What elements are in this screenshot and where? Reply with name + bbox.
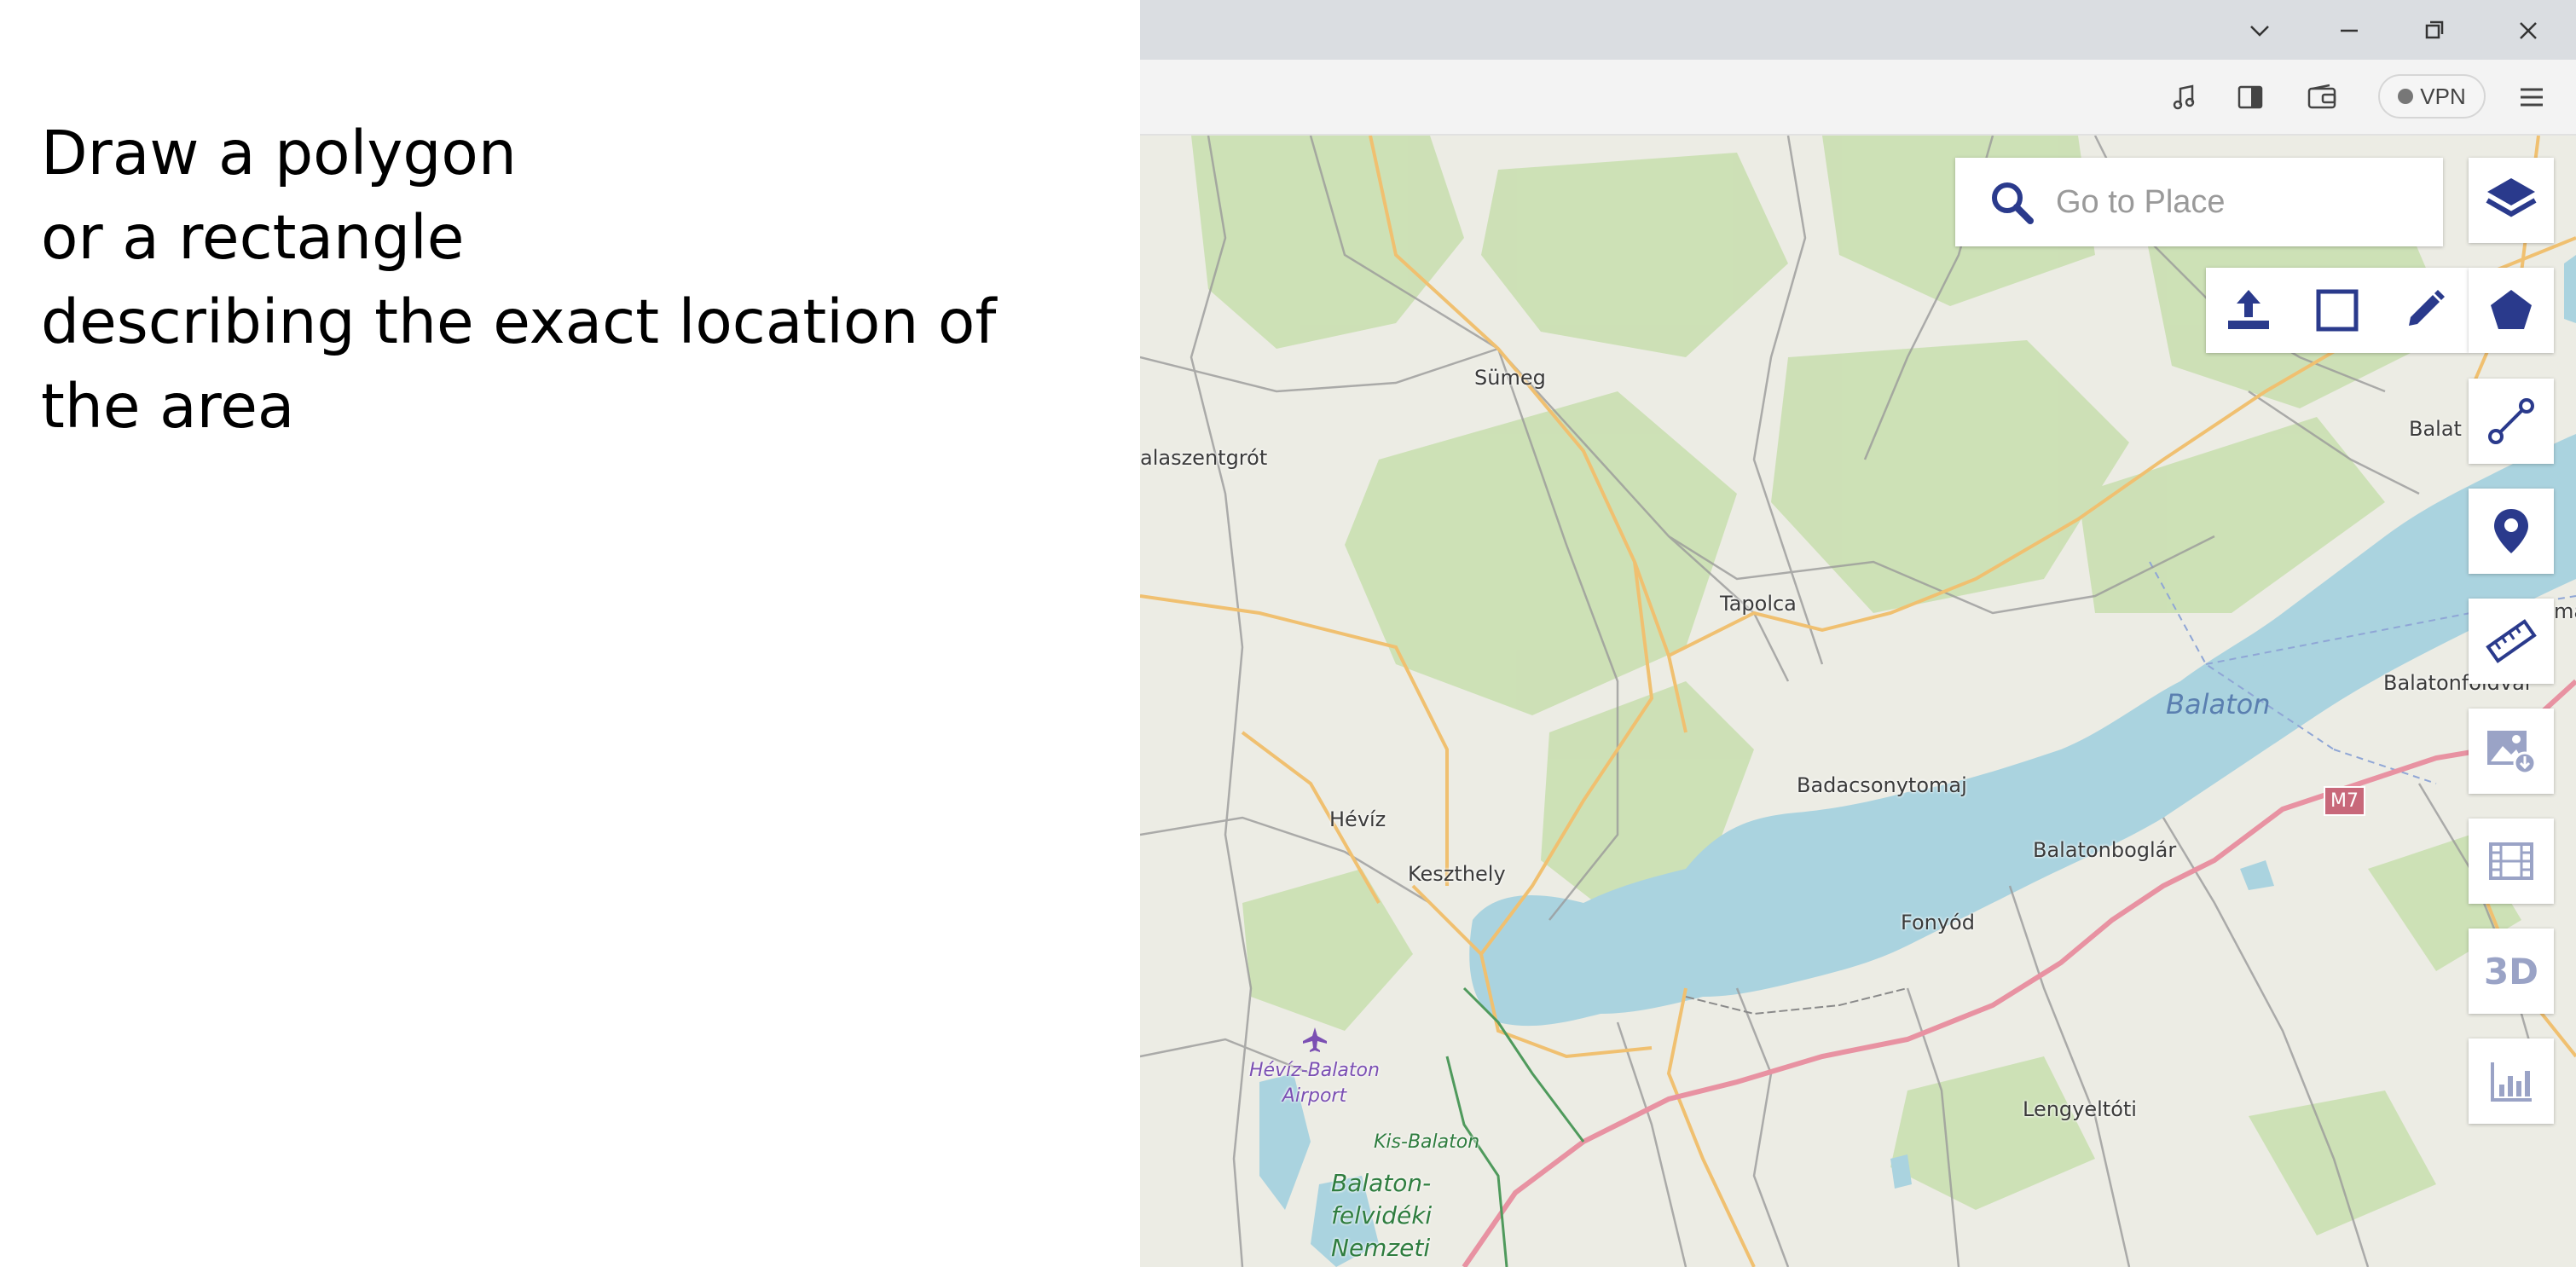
motorway-shield-m7: M7 — [2324, 786, 2365, 816]
restore-button[interactable] — [2416, 12, 2453, 49]
freehand-draw-button[interactable] — [2382, 268, 2467, 353]
map-label-sumeg: Sümeg — [1474, 366, 1546, 390]
wallet-button[interactable] — [2303, 78, 2341, 116]
map-label-zalaszentgrot: alaszentgrót — [1140, 446, 1268, 470]
pencil-icon — [2409, 290, 2445, 326]
instruction-line: or a rectangle — [41, 202, 465, 273]
instruction-text: Draw a polygon or a rectangle describing… — [41, 111, 1098, 448]
browser-toolbar: VPN — [1140, 60, 2576, 136]
layers-icon — [2486, 178, 2537, 217]
tab-list-button[interactable] — [2241, 12, 2278, 49]
map-label-lengyeltoti: Lengyeltóti — [2023, 1097, 2137, 1121]
line-icon — [2488, 398, 2534, 444]
statistics-button[interactable] — [2469, 1038, 2554, 1124]
video-button[interactable] — [2469, 819, 2554, 904]
sidebar-button[interactable] — [2232, 78, 2269, 116]
close-button[interactable] — [2509, 12, 2547, 49]
music-icon — [2173, 84, 2195, 110]
layers-button[interactable] — [2469, 158, 2554, 243]
ruler-icon — [2486, 619, 2537, 663]
instruction-line: Draw a polygon — [41, 118, 517, 188]
search-input[interactable] — [2054, 182, 2433, 222]
3d-label: 3D — [2483, 950, 2539, 992]
map-canvas[interactable]: Sümeg alaszentgrót Tapolca Balaton Badac… — [1140, 136, 2576, 1267]
image-download-icon — [2487, 731, 2537, 775]
draw-line-button[interactable] — [2469, 379, 2554, 464]
map-label-heviz: Hévíz — [1329, 807, 1386, 831]
map-label-balat: Balat — [2409, 417, 2462, 441]
menu-icon — [2521, 88, 2543, 107]
upload-shape-button[interactable] — [2206, 268, 2291, 353]
draw-options-bar — [2206, 268, 2469, 353]
go-to-place-search — [1955, 158, 2443, 246]
marker-icon — [2494, 509, 2528, 553]
map-label-national-park: Balaton- felvidéki Nemzeti — [1331, 1167, 1432, 1264]
place-marker-button[interactable] — [2469, 489, 2554, 574]
map-label-ma: má — [2554, 599, 2576, 623]
chart-icon — [2491, 1062, 2532, 1102]
instruction-line: the area — [41, 371, 295, 442]
vpn-label: VPN — [2420, 83, 2466, 109]
3d-view-button[interactable]: 3D — [2469, 929, 2554, 1014]
search-icon[interactable] — [1986, 176, 2037, 228]
wallet-icon — [2307, 84, 2336, 109]
park-name-line: Balaton- — [1331, 1169, 1432, 1197]
airport-name-line: Airport — [1282, 1085, 1347, 1107]
rectangle-icon — [2316, 289, 2359, 332]
film-icon — [2489, 842, 2533, 880]
map-label-balatonboglar: Balatonboglár — [2033, 838, 2177, 862]
map-label-tapolca: Tapolca — [1720, 592, 1797, 616]
minimize-button[interactable] — [2330, 12, 2368, 49]
title-bar — [1140, 0, 2576, 60]
upload-icon — [2228, 290, 2269, 329]
close-icon — [2520, 22, 2537, 39]
menu-button[interactable] — [2513, 78, 2550, 116]
browser-window: VPN Sümeg alaszentgrót Tapolca Balaton B… — [1140, 0, 2576, 1267]
chevron-down-icon — [2250, 26, 2269, 37]
map-label-keszthely: Keszthely — [1408, 862, 1506, 886]
map-label-airport: Hévíz-Balaton Airport — [1249, 1058, 1380, 1109]
park-name-line: felvidéki — [1331, 1201, 1433, 1229]
draw-rectangle-button[interactable] — [2295, 268, 2380, 353]
vpn-button[interactable]: VPN — [2378, 74, 2486, 119]
vpn-status-icon — [2398, 89, 2414, 104]
measure-button[interactable] — [2469, 599, 2554, 684]
map-label-balaton: Balaton — [2166, 688, 2271, 720]
minimize-icon — [2341, 29, 2358, 32]
park-name-line: Nemzeti — [1331, 1234, 1431, 1262]
music-button[interactable] — [2166, 78, 2203, 116]
instruction-line: describing the exact location of — [41, 286, 997, 357]
polygon-icon — [2491, 290, 2532, 329]
map-label-kis-balaton: Kis-Balaton — [1374, 1131, 1480, 1153]
map-label-fonyod: Fonyód — [1901, 911, 1975, 934]
draw-polygon-button[interactable] — [2469, 268, 2554, 353]
restore-icon — [2425, 20, 2444, 39]
map-label-badacsonytomaj: Badacsonytomaj — [1797, 773, 1967, 797]
export-image-button[interactable] — [2469, 709, 2554, 794]
sidebar-icon — [2237, 85, 2263, 109]
airport-name-line: Hévíz-Balaton — [1249, 1060, 1380, 1081]
